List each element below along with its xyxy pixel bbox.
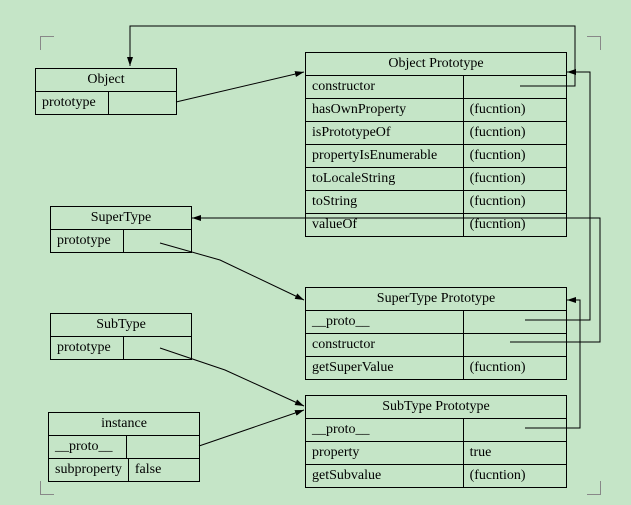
instance-row-label: __proto__ [49,436,127,458]
instance-box: instance __proto__ subpropertyfalse [48,412,200,482]
op-row-label: valueOf [306,214,464,236]
instance-row-value: false [129,459,201,481]
subtype-prototype-label: prototype [51,337,124,359]
object-prototype-box: Object Prototype constructor hasOwnPrope… [305,52,567,237]
sp-row-label: __proto__ [306,311,464,333]
instance-row-value [127,436,199,458]
supertype-title: SuperType [51,207,191,230]
sp-row-value: (fucntion) [464,357,566,379]
op-row-value: (fucntion) [464,122,566,144]
subtype-prototype-title: SubType Prototype [306,396,566,419]
op-row-value: (fucntion) [464,191,566,213]
supertype-prototype-label: prototype [51,230,124,252]
sp-row-label: constructor [306,334,464,356]
op-row-label: constructor [306,76,464,98]
object-prototype-title: Object Prototype [306,53,566,76]
object-title: Object [36,69,176,92]
stp-row-value: true [464,442,566,464]
op-row-label: propertyIsEnumerable [306,145,464,167]
op-row-value: (fucntion) [464,168,566,190]
op-row-value [464,76,566,98]
crop-mark [40,481,54,495]
supertype-prototype-box: SuperType Prototype __proto__ constructo… [305,287,567,380]
sp-row-value [464,334,566,356]
subtype-title: SubType [51,314,191,337]
object-prototype-label: prototype [36,92,109,114]
op-row-label: toLocaleString [306,168,464,190]
instance-title: instance [49,413,199,436]
stp-row-value [464,419,566,441]
subtype-prototype-box: SubType Prototype __proto__ propertytrue… [305,395,567,488]
object-prototype-value [109,92,176,114]
sp-row-value [464,311,566,333]
instance-row-label: subproperty [49,459,129,481]
stp-row-label: property [306,442,464,464]
sp-row-label: getSuperValue [306,357,464,379]
op-row-label: isPrototypeOf [306,122,464,144]
op-row-value: (fucntion) [464,145,566,167]
supertype-box: SuperType prototype [50,206,192,253]
crop-mark [587,481,601,495]
object-box: Object prototype [35,68,177,115]
op-row-value: (fucntion) [464,99,566,121]
subtype-box: SubType prototype [50,313,192,360]
stp-row-label: __proto__ [306,419,464,441]
stp-row-label: getSubvalue [306,465,464,487]
supertype-prototype-value [124,230,191,252]
crop-mark [587,36,601,50]
op-row-value: (fucntion) [464,214,566,236]
supertype-prototype-title: SuperType Prototype [306,288,566,311]
stp-row-value: (fucntion) [464,465,566,487]
op-row-label: hasOwnProperty [306,99,464,121]
op-row-label: toString [306,191,464,213]
subtype-prototype-value [124,337,191,359]
crop-mark [40,36,54,50]
